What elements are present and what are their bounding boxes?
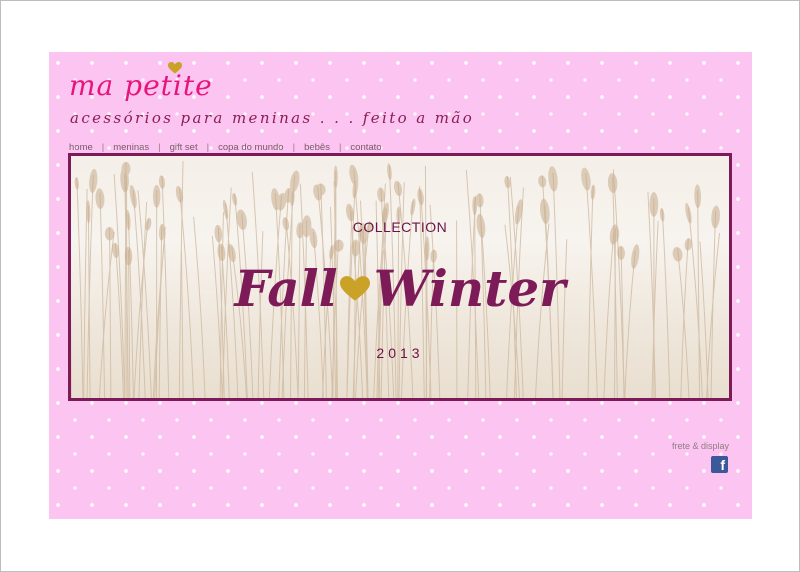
nav-item-meninas[interactable]: meninas — [113, 142, 149, 153]
main-navigation: home | meninas | gift set | copa do mund… — [69, 140, 382, 154]
nav-separator: | — [338, 141, 342, 153]
nav-separator: | — [158, 141, 161, 153]
nav-separator: | — [206, 141, 210, 153]
logo-heart-icon — [168, 62, 182, 74]
nav-item-contato[interactable]: contato — [350, 142, 381, 153]
title-winter: Winter — [373, 259, 566, 318]
facebook-icon[interactable]: f — [711, 456, 728, 473]
nav-item-gift-set[interactable]: gift set — [170, 142, 198, 153]
nav-item-copa-do-mundo[interactable]: copa do mundo — [218, 142, 284, 153]
nav-item-bebes[interactable]: bebês — [304, 142, 330, 153]
collection-label: COLLECTION — [352, 219, 448, 235]
collection-title: Fall Winter — [71, 254, 729, 324]
nav-separator: | — [292, 141, 296, 153]
nav-separator: | — [101, 141, 105, 153]
title-fall: Fall — [234, 259, 338, 318]
collection-year: 2013 — [376, 345, 424, 361]
site-tagline: acessórios para meninas . . . feito a mã… — [70, 109, 475, 127]
site-logo[interactable]: ma petite — [69, 72, 213, 100]
nav-item-home[interactable]: home — [69, 142, 93, 153]
heart-icon — [339, 276, 370, 301]
frete-display-link[interactable]: frete & display — [672, 441, 729, 451]
collection-banner[interactable]: COLLECTION Fall Winter 2013 — [68, 153, 732, 401]
